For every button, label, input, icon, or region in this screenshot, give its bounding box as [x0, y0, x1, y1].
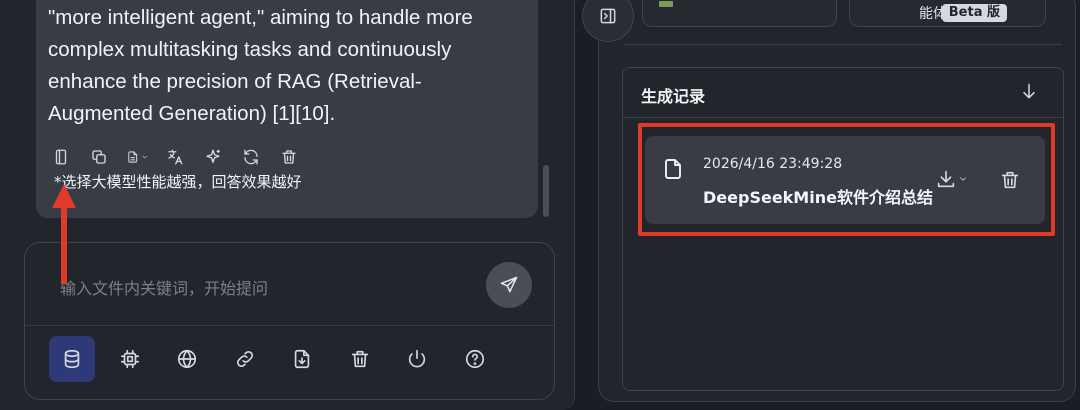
link-icon: [236, 350, 253, 368]
delete-record-button[interactable]: [999, 169, 1021, 195]
power-icon: [408, 349, 426, 368]
message-line: enhance the precision of RAG (Retrieval-: [48, 70, 422, 93]
download-menu-button[interactable]: [935, 168, 968, 190]
record-item[interactable]: 2026/4/16 23:49:28 DeepSeekMine软件介绍总结: [645, 136, 1045, 224]
feature-card[interactable]: [642, 0, 837, 27]
file-import-button[interactable]: [279, 336, 325, 382]
beta-badge: Beta 版: [941, 4, 1007, 22]
input-toolbar: [49, 336, 509, 382]
copy-icon[interactable]: [88, 146, 110, 168]
translate-icon[interactable]: [164, 146, 186, 168]
card-icon: [659, 1, 673, 7]
chevron-down-icon: [960, 177, 966, 181]
help-icon: [465, 349, 484, 369]
sidebar-toggle-icon: [600, 8, 616, 24]
record-time: 2026/4/16 23:49:28: [703, 156, 843, 172]
file-download-icon: [294, 349, 310, 369]
trash-icon: [351, 350, 368, 368]
sparkle-icon[interactable]: [202, 146, 224, 168]
document-icon: [128, 151, 138, 163]
assistant-message: "more intelligent agent," aiming to hand…: [36, 0, 538, 218]
sort-button[interactable]: [1019, 81, 1041, 103]
scrollbar-thumb[interactable]: [543, 165, 549, 217]
chevron-down-icon: [142, 155, 147, 159]
regenerate-icon[interactable]: [240, 146, 262, 168]
message-toolbar: [50, 146, 300, 168]
records-title: 生成记录: [641, 87, 706, 106]
chat-input[interactable]: 输入文件内关键词，开始提问: [60, 275, 268, 299]
trash-icon[interactable]: [278, 146, 300, 168]
chip-icon: [120, 349, 139, 369]
chip-button[interactable]: [107, 336, 153, 382]
chat-panel: "more intelligent agent," aiming to hand…: [0, 0, 575, 410]
message-line: Augmented Generation) [1][10].: [48, 102, 336, 125]
clear-button[interactable]: [337, 336, 383, 382]
database-icon: [64, 349, 80, 369]
generation-records: 生成记录 2026/4/16 23:49:28 DeepSeekMine软件介绍…: [622, 67, 1064, 391]
trash-icon: [1001, 171, 1019, 189]
message-line: complex multitasking tasks and continuou…: [48, 38, 452, 61]
link-button[interactable]: [222, 336, 268, 382]
divider: [25, 325, 554, 326]
power-button[interactable]: [394, 336, 440, 382]
database-button[interactable]: [49, 336, 95, 382]
help-button[interactable]: [452, 336, 498, 382]
divider: [624, 44, 1062, 45]
message-text: "more intelligent agent," aiming to hand…: [48, 2, 518, 130]
record-name: DeepSeekMine软件介绍总结: [703, 188, 933, 207]
arrow-down-icon: [1023, 83, 1035, 99]
chat-input-box: 输入文件内关键词，开始提问: [24, 242, 555, 400]
globe-icon: [177, 349, 197, 369]
annotation-arrow-icon: [52, 184, 76, 284]
agent-card[interactable]: 能体 Beta 版: [849, 0, 1046, 27]
message-line: "more intelligent agent," aiming to hand…: [48, 6, 473, 29]
document-menu-button[interactable]: [126, 146, 148, 168]
file-icon: [661, 157, 687, 183]
send-button[interactable]: [486, 262, 532, 308]
divider: [623, 117, 1063, 118]
model-note: *选择大模型性能越强，回答效果越好: [54, 173, 302, 191]
web-search-button[interactable]: [164, 336, 210, 382]
download-icon: [937, 170, 955, 188]
copy-doc-icon[interactable]: [50, 146, 72, 168]
send-icon: [500, 276, 518, 293]
